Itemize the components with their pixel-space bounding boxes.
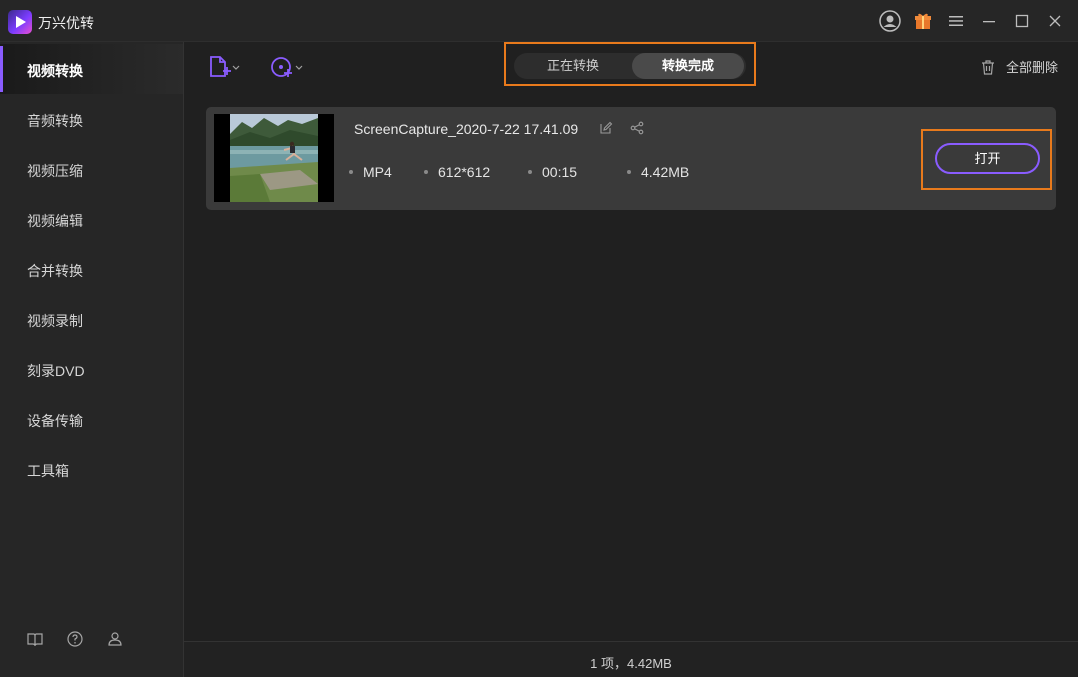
share-icon[interactable]	[630, 121, 644, 140]
book-icon[interactable]	[26, 630, 44, 648]
sidebar-item-video-record[interactable]: 视频录制	[0, 294, 183, 344]
add-file-button[interactable]	[208, 54, 242, 80]
sidebar-item-label: 工具箱	[27, 463, 69, 479]
sidebar-item-audio-convert[interactable]: 音频转换	[0, 94, 183, 144]
sidebar: 视频转换 音频转换 视频压缩 视频编辑 合并转换 视频录制 刻录DVD 设备传输…	[0, 42, 184, 677]
sidebar-item-merge-convert[interactable]: 合并转换	[0, 244, 183, 294]
file-format-value: MP4	[363, 164, 392, 180]
sidebar-item-label: 视频编辑	[27, 213, 83, 229]
sidebar-item-label: 视频转换	[27, 63, 83, 79]
delete-all-button[interactable]: 全部删除	[980, 57, 1058, 76]
add-disc-button[interactable]	[270, 54, 306, 80]
sidebar-item-video-convert[interactable]: 视频转换	[0, 44, 183, 94]
toolbar: 正在转换 转换完成 全部删除	[184, 42, 1078, 92]
file-resolution: 612*612	[424, 164, 491, 180]
sidebar-item-label: 音频转换	[27, 113, 83, 129]
maximize-icon[interactable]	[1009, 8, 1035, 34]
sidebar-item-label: 视频压缩	[27, 163, 83, 179]
user-group-icon[interactable]	[106, 630, 124, 648]
tab-switcher: 正在转换 转换完成	[514, 53, 746, 79]
main-panel: 正在转换 转换完成 全部删除 ScreenCapture_2020-7-22 1…	[184, 42, 1078, 677]
close-icon[interactable]	[1042, 8, 1068, 34]
menu-icon[interactable]	[943, 8, 969, 34]
meta-bullet	[349, 170, 353, 174]
sidebar-item-device-transfer[interactable]: 设备传输	[0, 394, 183, 444]
meta-bullet	[424, 170, 428, 174]
app-title: 万兴优转	[38, 15, 94, 31]
file-format: MP4	[349, 164, 392, 180]
video-thumbnail[interactable]	[214, 114, 334, 202]
sidebar-item-burn-dvd[interactable]: 刻录DVD	[0, 344, 183, 394]
file-duration: 00:15	[528, 164, 578, 180]
sidebar-item-label: 视频录制	[27, 313, 83, 329]
trash-icon	[981, 59, 994, 75]
meta-bullet	[528, 170, 532, 174]
file-size-value: 4.42MB	[641, 164, 690, 180]
sidebar-item-label: 刻录DVD	[27, 363, 85, 379]
sidebar-item-video-compress[interactable]: 视频压缩	[0, 144, 183, 194]
help-icon[interactable]	[66, 630, 84, 648]
active-indicator	[0, 46, 3, 92]
status-summary: 1 项，4.42MB	[590, 656, 672, 671]
minimize-icon[interactable]	[976, 8, 1002, 34]
tab-completed[interactable]: 转换完成	[632, 53, 744, 79]
status-bar: 1 项，4.42MB	[184, 641, 1078, 677]
rename-icon[interactable]	[599, 121, 613, 140]
open-button[interactable]: 打开	[935, 143, 1040, 174]
gift-icon[interactable]	[910, 8, 936, 34]
file-item-card[interactable]: ScreenCapture_2020-7-22 17.41.09 MP4 612…	[206, 107, 1056, 210]
meta-bullet	[627, 170, 631, 174]
sidebar-item-label: 设备传输	[27, 413, 83, 429]
account-icon[interactable]	[877, 8, 903, 34]
app-logo-icon	[8, 10, 32, 34]
title-bar: 万兴优转	[0, 0, 1078, 42]
sidebar-item-toolbox[interactable]: 工具箱	[0, 444, 183, 494]
file-name: ScreenCapture_2020-7-22 17.41.09	[354, 121, 579, 137]
sidebar-item-video-edit[interactable]: 视频编辑	[0, 194, 183, 244]
sidebar-item-label: 合并转换	[27, 263, 83, 279]
delete-all-label: 全部删除	[1005, 60, 1058, 75]
file-size: 4.42MB	[627, 164, 690, 180]
file-duration-value: 00:15	[542, 164, 578, 180]
file-resolution-value: 612*612	[438, 164, 491, 180]
tab-converting[interactable]: 正在转换	[514, 53, 632, 79]
